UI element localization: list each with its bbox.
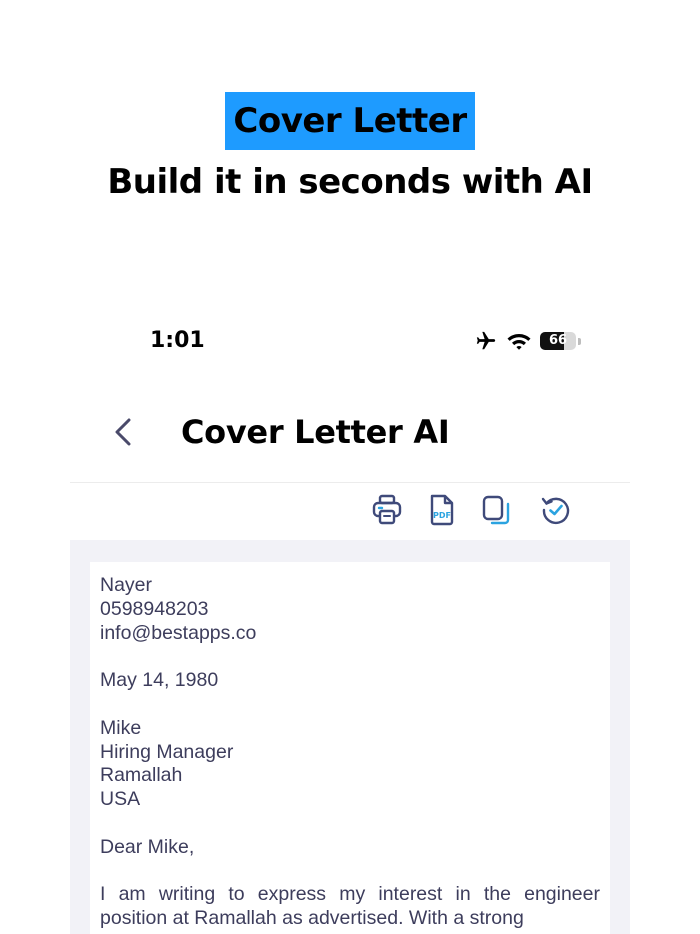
battery-nub	[578, 337, 581, 345]
pdf-label: PDF	[433, 511, 451, 520]
recipient-city: Ramallah	[100, 764, 183, 787]
promo-title: Cover Letter	[0, 92, 700, 150]
copy-icon[interactable]	[478, 492, 514, 528]
sender-name: Nayer	[100, 574, 153, 596]
nav-divider	[70, 482, 630, 483]
recipient-name: Mike	[100, 716, 142, 739]
letter-text: Nayer 0598948203 info@bestapps.co May 14…	[100, 574, 600, 931]
salutation: Dear Mike,	[100, 835, 195, 858]
status-time: 1:01	[150, 328, 205, 353]
print-icon[interactable]	[370, 492, 406, 528]
wifi-icon	[507, 334, 531, 350]
letter-document[interactable]: Nayer 0598948203 info@bestapps.co May 14…	[90, 562, 610, 934]
letter-date: May 14, 1980	[100, 669, 219, 692]
sender-email: info@bestapps.co	[100, 621, 257, 644]
sender-phone: 0598948203	[100, 597, 209, 620]
battery-level: 66	[548, 333, 568, 348]
promo-subtitle: Build it in seconds with AI	[107, 162, 593, 202]
chevron-left-icon[interactable]	[108, 414, 138, 450]
pdf-icon[interactable]: PDF	[424, 492, 460, 528]
airplane-icon	[476, 331, 496, 350]
page-title: Cover Letter AI	[181, 413, 450, 451]
recipient-country: USA	[100, 788, 141, 811]
promo-title-text: Cover Letter	[225, 92, 475, 150]
status-icons: 66	[474, 328, 581, 354]
recipient-title: Hiring Manager	[100, 740, 234, 763]
letter-body: I am writing to express my interest in t…	[100, 883, 600, 930]
history-icon[interactable]	[538, 492, 574, 528]
battery-icon: 66	[540, 332, 576, 350]
